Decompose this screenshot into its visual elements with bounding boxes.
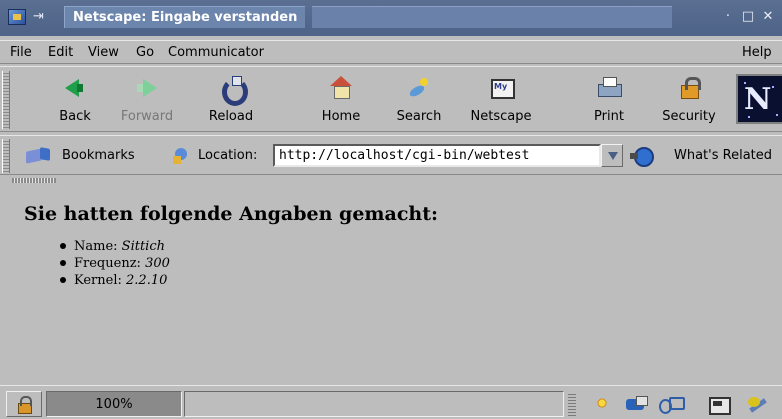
item-value: 2.2.10: [126, 273, 168, 288]
menu-help[interactable]: Help: [742, 44, 772, 61]
back-button[interactable]: Back: [40, 73, 110, 131]
security-label: Security: [662, 109, 716, 124]
forward-label: Forward: [120, 109, 174, 124]
whats-related-icon[interactable]: [630, 145, 660, 167]
url-history-dropdown[interactable]: [601, 144, 623, 167]
item-label: Frequenz:: [74, 256, 141, 271]
home-label: Home: [321, 109, 361, 124]
minimize-button[interactable]: ·: [718, 8, 738, 26]
location-label: Location:: [198, 148, 258, 163]
item-label: Name:: [74, 239, 118, 254]
forward-button[interactable]: Forward: [112, 73, 182, 131]
search-icon: [406, 75, 432, 101]
item-value: 300: [145, 256, 170, 271]
status-text: [184, 391, 564, 417]
menu-bar: File Edit View Go Communicator Help: [0, 40, 782, 64]
search-button[interactable]: Search: [384, 73, 454, 131]
back-label: Back: [59, 109, 91, 124]
collapsed-toolbar-tab[interactable]: [12, 178, 56, 183]
padlock-icon: [676, 75, 702, 101]
toolbar-grip[interactable]: [2, 71, 10, 129]
bookmarks-icon[interactable]: [26, 146, 54, 164]
status-bar: 100%: [0, 385, 782, 419]
close-button[interactable]: ✕: [758, 8, 778, 26]
print-button[interactable]: Print: [574, 73, 644, 131]
newsgroups-icon[interactable]: [658, 394, 685, 414]
back-arrow-icon: [62, 75, 88, 101]
menu-view[interactable]: View: [88, 44, 119, 61]
item-label: Kernel:: [74, 273, 122, 288]
composer-icon[interactable]: [746, 394, 772, 414]
netscape-logo-icon: N: [744, 82, 772, 117]
location-toolbar: Bookmarks Location: What's Related: [0, 135, 782, 175]
page-heading: Sie hatten folgende Angaben gemacht:: [24, 203, 438, 225]
title-bar-drag-area[interactable]: [312, 6, 672, 28]
netscape-label: Netscape: [470, 109, 532, 124]
forward-arrow-icon: [134, 75, 160, 101]
page-proxy-icon[interactable]: [172, 146, 190, 164]
sticky-icon[interactable]: ⇥: [33, 8, 55, 26]
navigator-icon[interactable]: [590, 394, 616, 414]
list-item: Frequenz: 300: [60, 255, 170, 272]
reload-icon: [218, 75, 248, 106]
menu-file[interactable]: File: [10, 44, 32, 61]
title-bar[interactable]: ⇥ Netscape: Eingabe verstanden · □ ✕: [0, 0, 782, 36]
my-netscape-icon: [488, 75, 515, 101]
print-label: Print: [594, 109, 624, 124]
whats-related-button[interactable]: What's Related: [674, 147, 772, 164]
component-bar-grip[interactable]: [568, 392, 576, 416]
home-icon: [328, 75, 354, 101]
location-toolbar-grip[interactable]: [2, 139, 10, 173]
address-book-icon[interactable]: [706, 394, 732, 415]
reload-label: Reload: [208, 109, 254, 124]
list-item: Name: Sittich: [60, 238, 170, 255]
page-content: Sie hatten folgende Angaben gemacht: Nam…: [0, 186, 782, 382]
menu-communicator[interactable]: Communicator: [168, 44, 264, 61]
progress-meter: 100%: [46, 391, 182, 417]
maximize-button[interactable]: □: [738, 8, 758, 26]
list-item: Kernel: 2.2.10: [60, 272, 170, 289]
window-title: Netscape: Eingabe verstanden: [64, 6, 306, 28]
security-status-icon[interactable]: [6, 391, 42, 417]
menu-go[interactable]: Go: [136, 44, 154, 61]
menu-edit[interactable]: Edit: [48, 44, 73, 61]
url-input[interactable]: [273, 144, 601, 167]
security-button[interactable]: Security: [654, 73, 724, 131]
netscape-button[interactable]: Netscape: [466, 73, 536, 131]
netscape-throbber[interactable]: N: [736, 74, 782, 124]
bookmarks-button[interactable]: Bookmarks: [62, 147, 135, 164]
printer-icon: [596, 75, 622, 101]
window-menu-icon[interactable]: [8, 9, 26, 25]
item-value: Sittich: [121, 239, 165, 254]
browser-window: ⇥ Netscape: Eingabe verstanden · □ ✕ Fil…: [0, 0, 782, 419]
reload-button[interactable]: Reload: [196, 73, 266, 131]
result-list: Name: Sittich Frequenz: 300 Kernel: 2.2.…: [60, 238, 170, 289]
mail-icon[interactable]: [624, 394, 650, 414]
progress-label: 100%: [95, 397, 133, 412]
home-button[interactable]: Home: [306, 73, 376, 131]
search-label: Search: [396, 109, 442, 124]
navigation-toolbar: Back Forward Reload Home Search Netscape…: [0, 66, 782, 132]
